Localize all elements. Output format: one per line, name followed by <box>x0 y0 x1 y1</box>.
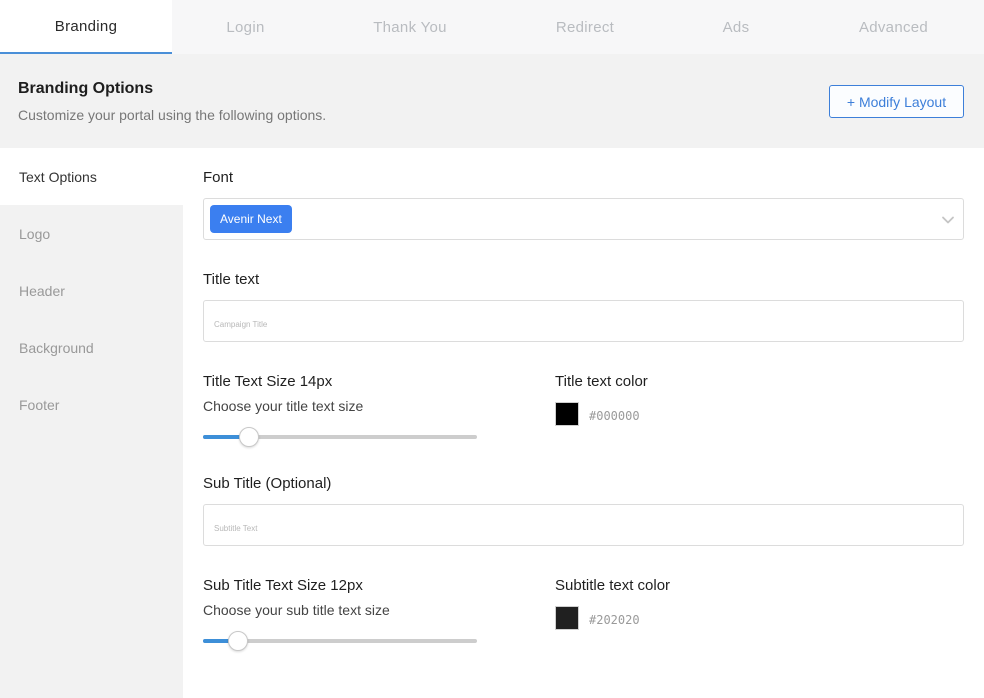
font-select[interactable]: Avenir Next <box>203 198 964 240</box>
subtitle-size-label: Sub Title Text Size 12px <box>203 577 363 594</box>
title-text-label: Title text <box>203 271 260 288</box>
page-subtitle: Customize your portal using the followin… <box>18 107 327 123</box>
tab-thank-you[interactable]: Thank You <box>319 0 501 54</box>
subtitle-color-swatch[interactable] <box>555 606 579 630</box>
chevron-down-icon[interactable] <box>941 213 955 227</box>
title-text-input[interactable] <box>203 300 964 342</box>
title-color-hex: #000000 <box>589 409 640 423</box>
sidebar-item-footer[interactable]: Footer <box>0 376 183 433</box>
title-text-field-wrap <box>203 300 964 342</box>
tab-advanced[interactable]: Advanced <box>803 0 984 54</box>
slider-handle[interactable] <box>228 631 249 651</box>
text-options-form: Font Avenir Next Title text Title Text S… <box>203 148 964 698</box>
font-label: Font <box>203 169 234 186</box>
tab-login[interactable]: Login <box>172 0 319 54</box>
subtitle-color-label: Subtitle text color <box>555 577 671 594</box>
title-size-hint: Choose your title text size <box>203 398 364 414</box>
title-color-label: Title text color <box>555 373 648 390</box>
title-color-swatch[interactable] <box>555 402 579 426</box>
page-title: Branding Options <box>18 80 154 97</box>
subtitle-size-slider[interactable] <box>203 630 477 652</box>
tab-branding[interactable]: Branding <box>0 0 172 54</box>
top-tab-bar: Branding Login Thank You Redirect Ads Ad… <box>0 0 984 54</box>
sidebar-item-header[interactable]: Header <box>0 262 183 319</box>
sidebar-item-logo[interactable]: Logo <box>0 205 183 262</box>
font-chip[interactable]: Avenir Next <box>210 205 292 233</box>
subtitle-size-hint: Choose your sub title text size <box>203 602 390 618</box>
subtitle-label: Sub Title (Optional) <box>203 475 332 492</box>
modify-layout-button[interactable]: + Modify Layout <box>829 85 964 118</box>
tab-redirect[interactable]: Redirect <box>501 0 669 54</box>
title-size-slider[interactable] <box>203 426 477 448</box>
tab-ads[interactable]: Ads <box>669 0 803 54</box>
title-size-label: Title Text Size 14px <box>203 373 333 390</box>
sidebar-item-text-options[interactable]: Text Options <box>0 148 183 205</box>
subtitle-input[interactable] <box>203 504 964 546</box>
subtitle-color-hex: #202020 <box>589 613 640 627</box>
section-header: Branding Options Customize your portal u… <box>0 54 984 148</box>
slider-handle[interactable] <box>238 427 259 447</box>
sidebar: Text Options Logo Header Background Foot… <box>0 148 183 698</box>
subtitle-field-wrap <box>203 504 964 546</box>
sidebar-item-background[interactable]: Background <box>0 319 183 376</box>
